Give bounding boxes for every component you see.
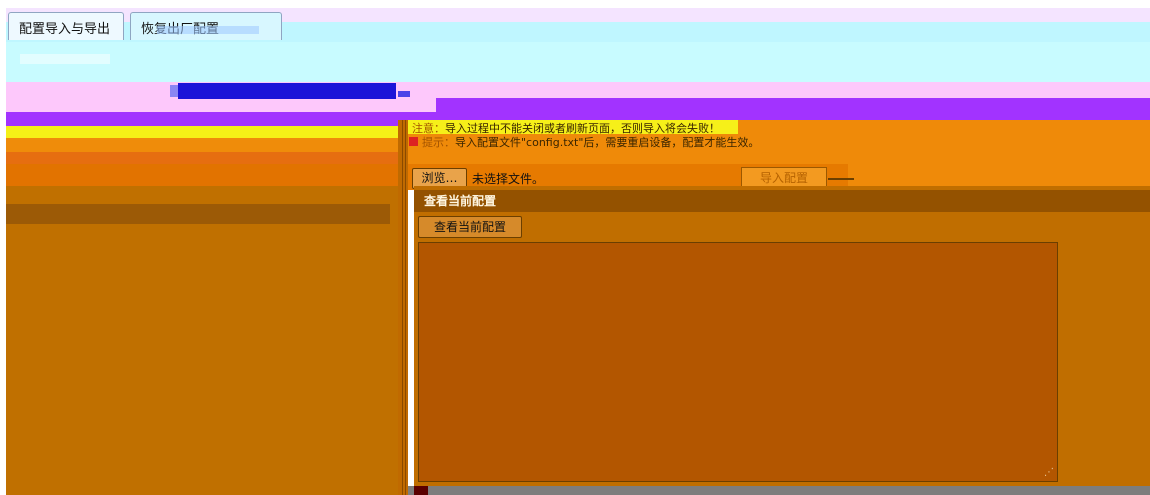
left-panel-header <box>6 204 390 224</box>
panel-divider[interactable] <box>398 120 408 495</box>
view-config-section: 查看当前配置 查看当前配置 ⋰ <box>414 186 1150 495</box>
notice-label: 注意： <box>412 122 445 134</box>
config-output[interactable] <box>418 242 1058 482</box>
import-notice: 注意：导入过程中不能关闭或者刷新页面，否则导入将会失败！ <box>408 120 738 134</box>
hint-text: 导入配置文件"config.txt"后，需要重启设备，配置才能生效。 <box>455 136 760 149</box>
tab-factory-reset[interactable]: 恢复出厂配置 <box>130 12 282 40</box>
view-config-button[interactable]: 查看当前配置 <box>418 216 522 238</box>
left-panel <box>6 186 398 495</box>
hint-label: 提示： <box>422 136 455 149</box>
tab-bar: 配置导入与导出 恢复出厂配置 <box>6 8 1150 42</box>
footer-bar <box>408 486 1150 495</box>
notice-text: 导入过程中不能关闭或者刷新页面，否则导入将会失败！ <box>445 122 720 134</box>
section-title: 查看当前配置 <box>414 190 1150 212</box>
browser-content: 配置导入与导出 恢复出厂配置 注意：导入过程中不能关闭或者刷新页面，否则导入将会… <box>6 8 1150 495</box>
tab-import-export[interactable]: 配置导入与导出 <box>8 12 124 40</box>
header-strip <box>6 42 1150 82</box>
progress-bar <box>170 83 396 99</box>
file-status: 未选择文件。 <box>472 172 545 186</box>
import-hint: 提示：导入配置文件"config.txt"后，需要重启设备，配置才能生效。 <box>408 134 928 150</box>
resize-grip-icon[interactable]: ⋰ <box>1044 468 1054 478</box>
import-area: 注意：导入过程中不能关闭或者刷新页面，否则导入将会失败！ 提示：导入配置文件"c… <box>408 120 1150 190</box>
